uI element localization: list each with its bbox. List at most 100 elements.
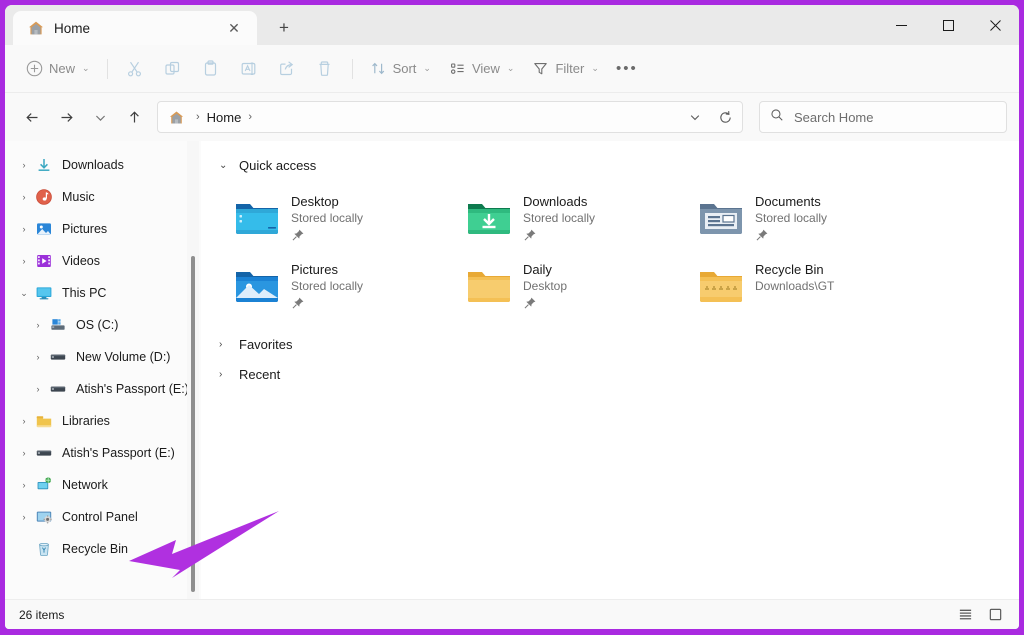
chevron-right-icon[interactable]: › <box>219 339 231 350</box>
rename-icon <box>241 62 256 76</box>
chevron-right-icon[interactable]: › <box>13 160 35 170</box>
new-button[interactable]: New ⌄ <box>17 53 99 85</box>
clipboard-icon <box>204 60 217 76</box>
chevron-right-icon[interactable]: › <box>27 352 49 362</box>
address-history-button[interactable] <box>680 103 710 131</box>
list-view-icon[interactable] <box>951 603 979 627</box>
sidebar-item-new-volume-d[interactable]: › New Volume (D:) <box>9 341 195 373</box>
sidebar-item-label: New Volume (D:) <box>76 350 171 364</box>
favorites-header[interactable]: › Favorites <box>217 331 1019 357</box>
sort-button[interactable]: Sort ⌄ <box>361 53 440 85</box>
sidebar-scrollbar-thumb[interactable] <box>191 256 195 592</box>
quick-access-tile[interactable]: Documents Stored locally <box>691 187 923 253</box>
new-tab-button[interactable]: + <box>267 13 301 43</box>
quick-access-tile[interactable]: Downloads Stored locally <box>459 187 691 253</box>
sidebar-item-pictures[interactable]: › Pictures <box>9 213 195 245</box>
sidebar-list: › Downloads › Music › Pictures › Videos ⌄ This PC… <box>5 149 201 565</box>
desktop-folder-icon <box>233 193 281 241</box>
search-box[interactable] <box>759 101 1007 133</box>
chevron-down-icon: ⌄ <box>506 63 515 73</box>
home-icon[interactable] <box>168 109 185 126</box>
quick-access-header[interactable]: ⌄ Quick access <box>217 151 1019 179</box>
sidebar-item-music[interactable]: › Music <box>9 181 195 213</box>
up-button[interactable] <box>117 101 151 133</box>
quick-access-tile[interactable]: Recycle Bin Downloads\GT <box>691 255 923 321</box>
pin-icon <box>524 229 536 241</box>
drive-icon <box>49 380 67 398</box>
chevron-right-icon[interactable]: › <box>13 448 35 458</box>
tile-name: Pictures <box>291 262 338 277</box>
pin-icon <box>292 229 304 241</box>
chevron-right-icon[interactable]: › <box>219 369 231 380</box>
address-bar[interactable]: › Home › <box>157 101 743 133</box>
sidebar-item-videos[interactable]: › Videos <box>9 245 195 277</box>
refresh-button[interactable] <box>710 103 740 131</box>
paste-button[interactable] <box>192 53 230 85</box>
sidebar-item-network[interactable]: › Network <box>9 469 195 501</box>
sidebar-item-label: Network <box>62 478 108 492</box>
chevron-right-icon[interactable]: › <box>13 512 35 522</box>
sidebar-item-atish-s-passport-e[interactable]: › Atish's Passport (E:) <box>9 437 195 469</box>
quick-access-tile[interactable]: Desktop Stored locally <box>227 187 459 253</box>
new-label: New <box>49 61 76 76</box>
chevron-down-icon[interactable]: ⌄ <box>13 288 35 299</box>
breadcrumb-home[interactable]: Home <box>207 110 242 125</box>
search-input[interactable] <box>794 109 996 125</box>
quick-access-tile[interactable]: Pictures Stored locally <box>227 255 459 321</box>
quick-access-tile[interactable]: Daily Desktop <box>459 255 691 321</box>
chevron-down-icon[interactable]: ⌄ <box>219 160 231 171</box>
chevron-right-icon[interactable]: › <box>13 480 35 490</box>
pin-icon <box>756 229 768 241</box>
scissors-icon <box>128 61 142 77</box>
sort-label: Sort <box>392 61 417 76</box>
pin-icon <box>755 228 769 242</box>
maximize-button[interactable] <box>925 5 972 45</box>
sidebar-item-this-pc[interactable]: ⌄ This PC <box>9 277 195 309</box>
close-window-button[interactable] <box>972 5 1019 45</box>
search-icon <box>770 108 784 127</box>
back-button[interactable] <box>15 101 49 133</box>
recent-header[interactable]: › Recent <box>217 361 1019 387</box>
delete-button[interactable] <box>306 53 344 85</box>
overflow-menu-button[interactable]: ••• <box>608 53 646 85</box>
tab-home[interactable]: Home ✕ <box>13 11 257 45</box>
chevron-right-icon[interactable]: › <box>13 256 35 266</box>
sidebar-item-recycle-bin[interactable]: Recycle Bin <box>9 533 195 565</box>
controlpanel-icon <box>35 508 53 526</box>
sidebar-item-atish-s-passport-e[interactable]: › Atish's Passport (E:) <box>9 373 195 405</box>
pin-icon <box>292 297 304 309</box>
minimize-button[interactable] <box>878 5 925 45</box>
view-icon <box>450 63 464 74</box>
rename-button[interactable] <box>230 53 268 85</box>
quick-access-title: Quick access <box>239 157 317 173</box>
sidebar-item-label: Atish's Passport (E:) <box>62 446 175 460</box>
screen: Home ✕ + New ⌄ Sort ⌄ View ⌄ Filter ⌄ ••… <box>0 0 1024 635</box>
breadcrumb-separator[interactable]: › <box>242 111 258 123</box>
chevron-right-icon[interactable]: › <box>27 320 49 330</box>
sidebar-item-downloads[interactable]: › Downloads <box>9 149 195 181</box>
sidebar-item-libraries[interactable]: › Libraries <box>9 405 195 437</box>
chevron-right-icon[interactable]: › <box>13 416 35 426</box>
plain-folder-icon <box>465 261 513 309</box>
details-view-icon[interactable] <box>981 603 1009 627</box>
tab-strip: Home ✕ + <box>5 5 301 45</box>
chevron-right-icon[interactable]: › <box>27 384 49 394</box>
tile-subtitle: Desktop <box>523 279 568 293</box>
copy-button[interactable] <box>154 53 192 85</box>
view-button[interactable]: View ⌄ <box>440 53 524 85</box>
osdrive-icon <box>49 316 67 334</box>
filter-button[interactable]: Filter ⌄ <box>523 53 607 85</box>
chevron-right-icon[interactable]: › <box>13 192 35 202</box>
sidebar-item-label: Downloads <box>62 158 124 172</box>
recent-locations-button[interactable] <box>83 101 117 133</box>
sidebar-item-os-c[interactable]: › OS (C:) <box>9 309 195 341</box>
tile-name: Downloads <box>523 194 588 209</box>
cut-button[interactable] <box>116 53 154 85</box>
file-list-area: ⌄ Quick access Desktop Stored locally Down… <box>201 141 1019 599</box>
forward-button[interactable] <box>49 101 83 133</box>
chevron-right-icon[interactable]: › <box>13 224 35 234</box>
share-button[interactable] <box>268 53 306 85</box>
sidebar-item-control-panel[interactable]: › Control Panel <box>9 501 195 533</box>
status-bar: 26 items <box>5 599 1019 629</box>
close-icon[interactable]: ✕ <box>221 15 247 41</box>
